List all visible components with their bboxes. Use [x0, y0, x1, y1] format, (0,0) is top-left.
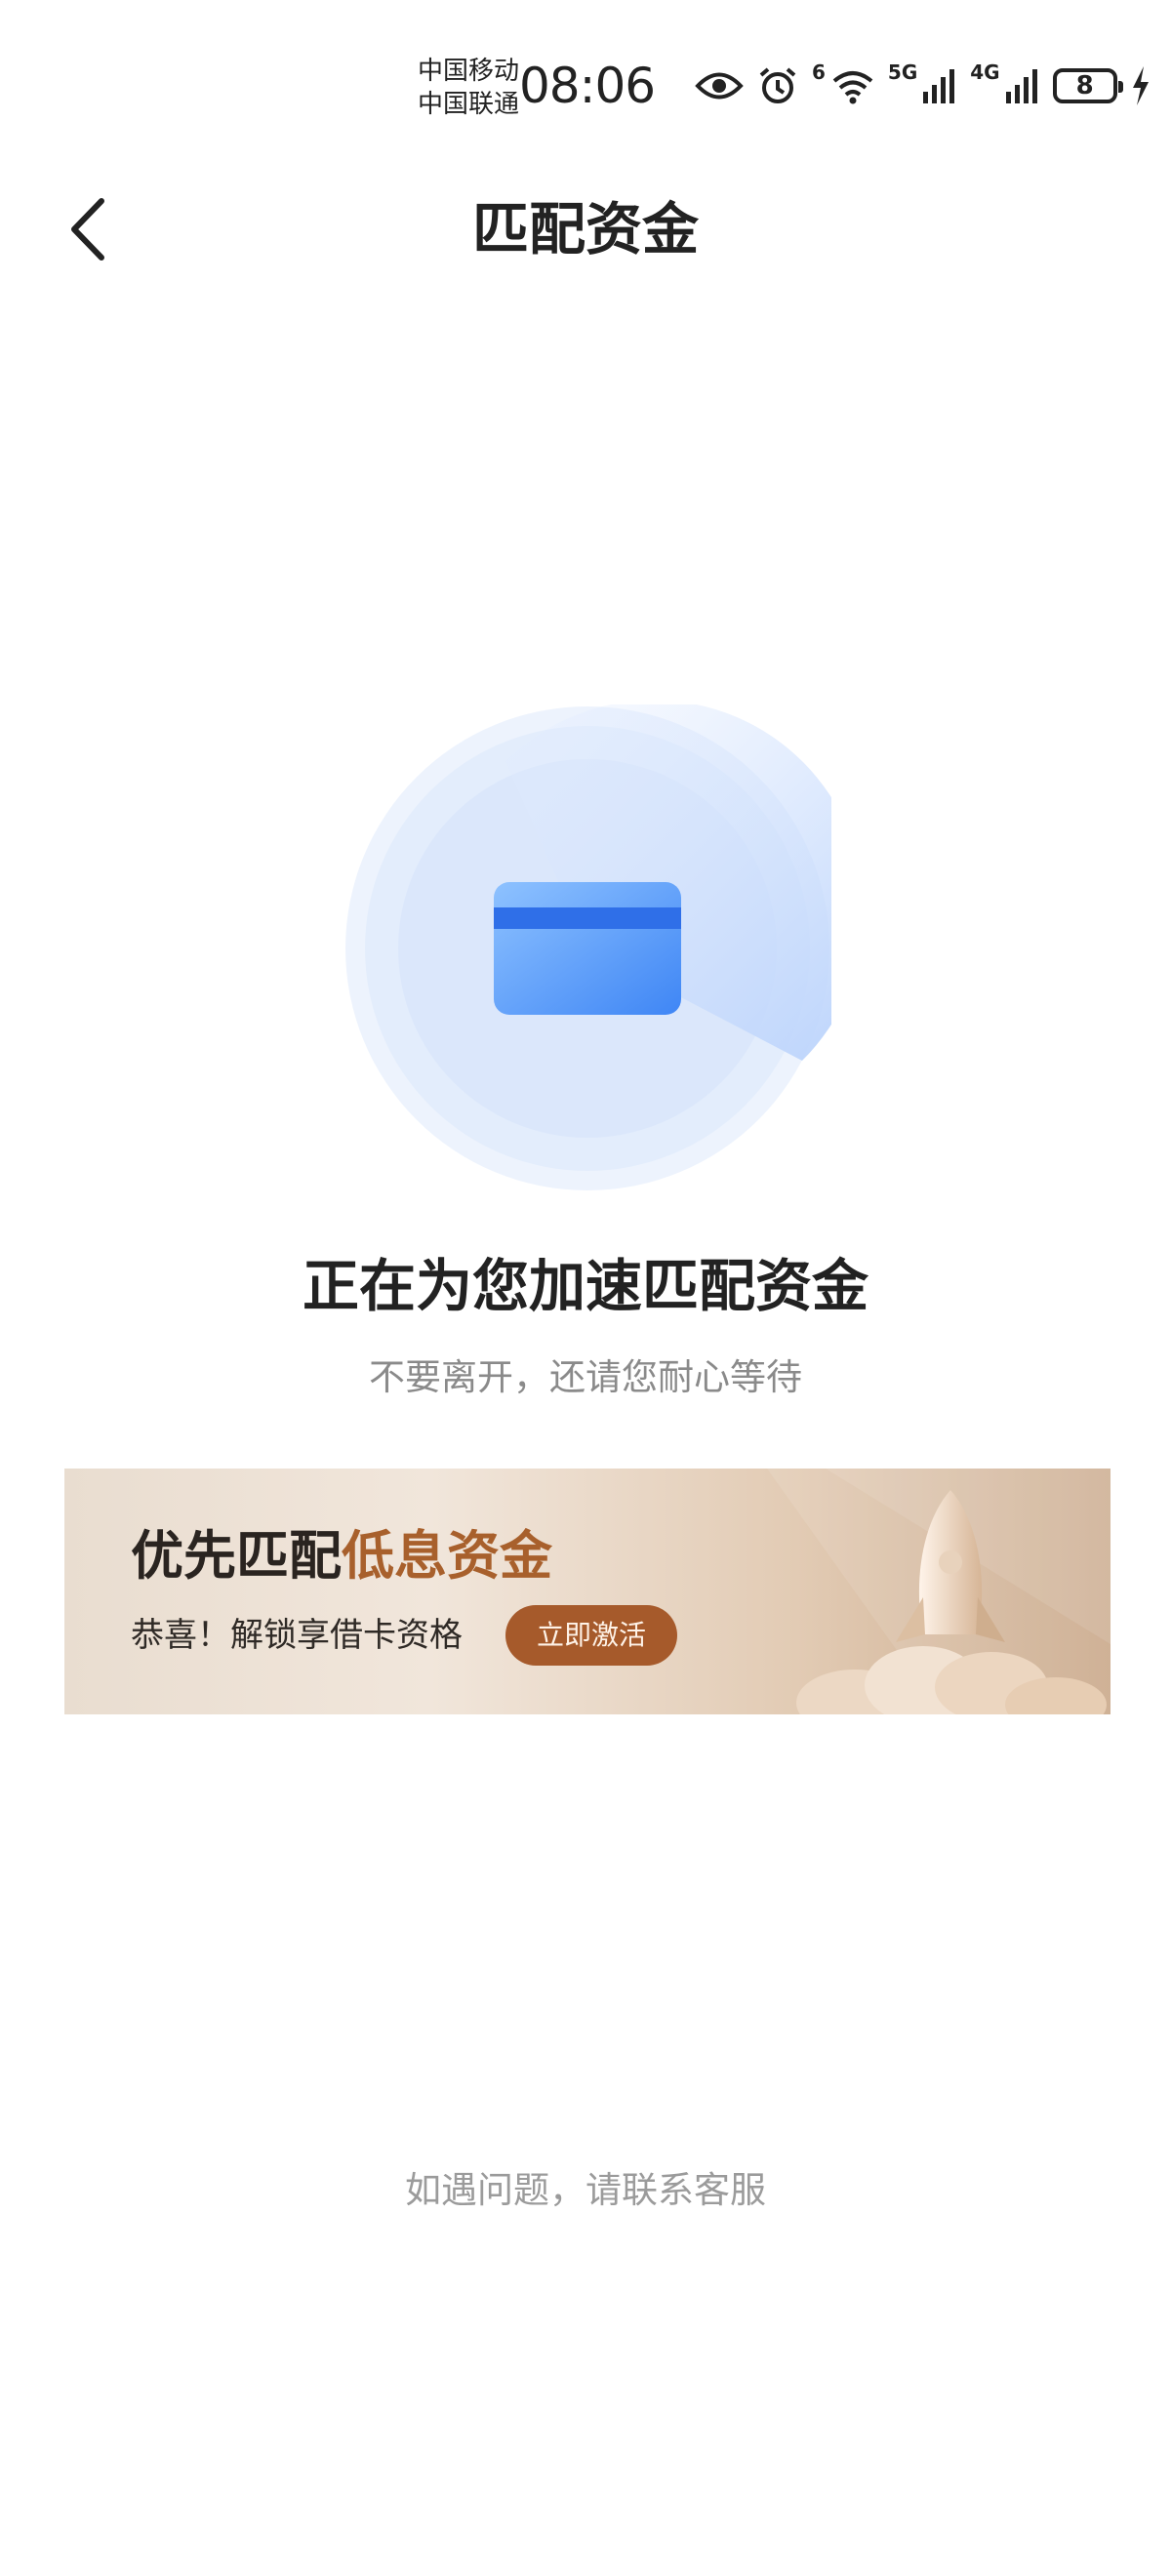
network-label-2: 4G — [970, 60, 1000, 84]
battery-icon: 8 — [1052, 68, 1123, 103]
rocket-icon — [796, 1490, 1107, 1714]
loading-spinner — [345, 704, 831, 1190]
network-label-1: 5G — [887, 60, 918, 84]
banner-heading-plain: 优先匹配 — [131, 1525, 342, 1587]
signal-icon — [923, 68, 956, 103]
banner-heading: 优先匹配低息资金 — [131, 1525, 552, 1588]
nav-bar: 匹配资金 — [0, 166, 1171, 293]
status-icons: 6 5G 4G 8 — [695, 60, 1151, 111]
status-bar: 中国移动 中国联通 08:06 6 5G 4G 8 — [0, 0, 1171, 156]
status-time: 08:06 — [519, 58, 656, 114]
loading-subtitle: 不要离开，还请您耐心等待 — [369, 1356, 802, 1398]
activate-button[interactable]: 立即激活 — [505, 1605, 677, 1666]
charging-icon — [1131, 66, 1151, 105]
bank-card-icon — [494, 882, 681, 1015]
alarm-icon — [757, 65, 798, 106]
loading-title: 正在为您加速匹配资金 — [302, 1253, 868, 1319]
promo-banner[interactable]: 优先匹配低息资金 恭喜！解锁享借卡资格 立即激活 — [64, 1469, 1110, 1714]
wifi-icon — [831, 67, 874, 104]
battery-level: 8 — [1075, 71, 1094, 101]
page-title: 匹配资金 — [471, 196, 699, 262]
carrier-info: 中国移动 中国联通 — [418, 55, 519, 121]
wifi-label: 6 — [812, 60, 826, 84]
banner-subtext: 恭喜！解锁享借卡资格 — [131, 1616, 463, 1655]
carrier-2: 中国联通 — [418, 90, 520, 119]
carrier-1: 中国移动 — [418, 57, 520, 86]
eye-icon — [695, 69, 744, 102]
signal-icon — [1005, 68, 1039, 103]
banner-heading-highlight: 低息资金 — [342, 1525, 552, 1587]
contact-support-link[interactable]: 如遇问题，请联系客服 — [0, 2166, 1171, 2215]
